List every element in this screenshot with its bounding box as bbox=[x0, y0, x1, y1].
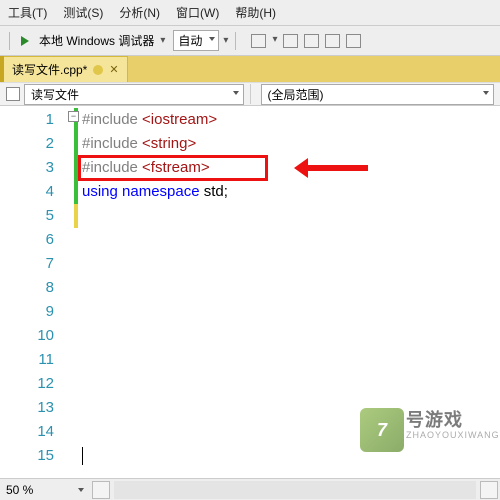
line-number: 12 bbox=[0, 372, 54, 396]
saved-change-bar bbox=[74, 108, 78, 204]
menu-analyze[interactable]: 分析(N) bbox=[119, 4, 160, 21]
line-number: 4 bbox=[0, 180, 54, 204]
line-number: 8 bbox=[0, 276, 54, 300]
scroll-track[interactable] bbox=[114, 481, 476, 499]
chevron-down-icon[interactable]: ▾ bbox=[272, 34, 277, 48]
line-number: 13 bbox=[0, 396, 54, 420]
play-icon[interactable] bbox=[17, 33, 33, 49]
line-number: 1 bbox=[0, 108, 54, 132]
chevron-down-icon[interactable]: ▾ bbox=[160, 35, 165, 46]
scroll-right-icon[interactable] bbox=[480, 481, 498, 499]
nav-bar: 读写文件 (全局范围) bbox=[0, 82, 500, 106]
code-line[interactable] bbox=[82, 204, 500, 228]
tab-strip: 读写文件.cpp* ✕ bbox=[0, 56, 500, 82]
separator bbox=[235, 32, 236, 50]
code-line[interactable] bbox=[82, 324, 500, 348]
chevron-down-icon[interactable]: ▾ bbox=[223, 35, 228, 46]
menu-bar: 工具(T) 测试(S) 分析(N) 窗口(W) 帮助(H) bbox=[0, 0, 500, 26]
code-line[interactable]: #include <string> bbox=[82, 132, 500, 156]
line-number: 14 bbox=[0, 420, 54, 444]
line-number: 11 bbox=[0, 348, 54, 372]
code-line[interactable]: #include <fstream> bbox=[82, 156, 500, 180]
scope-dropdown-left[interactable]: 读写文件 bbox=[24, 84, 244, 105]
line-number: 5 bbox=[0, 204, 54, 228]
code-area[interactable]: − #include <iostream> #include <string> … bbox=[82, 106, 500, 500]
code-line[interactable] bbox=[82, 444, 500, 468]
line-number: 9 bbox=[0, 300, 54, 324]
toolbar-icon[interactable] bbox=[251, 34, 266, 48]
line-number: 15 bbox=[0, 444, 54, 468]
code-editor[interactable]: 1 2 3 4 5 6 7 8 9 10 11 12 13 14 15 − #i… bbox=[0, 106, 500, 500]
zoom-combo[interactable]: 50 % bbox=[0, 478, 90, 500]
unsaved-change-bar bbox=[74, 204, 78, 228]
code-line[interactable] bbox=[82, 276, 500, 300]
toolbar-icon[interactable] bbox=[325, 34, 340, 48]
menu-help[interactable]: 帮助(H) bbox=[235, 4, 276, 21]
code-line[interactable] bbox=[82, 396, 500, 420]
close-icon[interactable]: ✕ bbox=[109, 63, 118, 76]
code-line[interactable] bbox=[82, 372, 500, 396]
code-line[interactable] bbox=[82, 300, 500, 324]
line-number: 2 bbox=[0, 132, 54, 156]
menu-test[interactable]: 测试(S) bbox=[63, 4, 103, 21]
line-number: 7 bbox=[0, 252, 54, 276]
menu-tools[interactable]: 工具(T) bbox=[8, 4, 47, 21]
pin-icon[interactable] bbox=[93, 65, 103, 75]
debugger-label[interactable]: 本地 Windows 调试器 bbox=[39, 32, 154, 49]
code-line[interactable]: #include <iostream> bbox=[82, 108, 500, 132]
menu-window[interactable]: 窗口(W) bbox=[176, 4, 219, 21]
line-number: 6 bbox=[0, 228, 54, 252]
line-number: 10 bbox=[0, 324, 54, 348]
code-line[interactable] bbox=[82, 420, 500, 444]
toolbar-icons: ▾ bbox=[251, 34, 361, 48]
toolbar: 本地 Windows 调试器 ▾ 自动 ▾ ▾ bbox=[0, 26, 500, 56]
toolbar-icon[interactable] bbox=[346, 34, 361, 48]
file-tab[interactable]: 读写文件.cpp* ✕ bbox=[4, 56, 128, 82]
text-cursor bbox=[82, 447, 83, 465]
nav-icon[interactable] bbox=[6, 87, 20, 101]
toolbar-icon[interactable] bbox=[283, 34, 298, 48]
tab-label: 读写文件.cpp* bbox=[12, 61, 87, 78]
code-line[interactable] bbox=[82, 348, 500, 372]
separator bbox=[9, 32, 10, 50]
line-gutter: 1 2 3 4 5 6 7 8 9 10 11 12 13 14 15 bbox=[0, 106, 64, 500]
config-combo[interactable]: 自动 bbox=[173, 30, 219, 51]
code-line[interactable]: using namespace std; bbox=[82, 180, 500, 204]
line-number: 3 bbox=[0, 156, 54, 180]
code-line[interactable] bbox=[82, 228, 500, 252]
scroll-left-icon[interactable] bbox=[92, 481, 110, 499]
horizontal-scrollbar[interactable] bbox=[90, 478, 500, 500]
scope-dropdown-right[interactable]: (全局范围) bbox=[261, 84, 495, 105]
code-line[interactable] bbox=[82, 252, 500, 276]
fold-toggle-icon[interactable]: − bbox=[68, 111, 79, 122]
toolbar-icon[interactable] bbox=[304, 34, 319, 48]
change-margin bbox=[64, 106, 82, 500]
arrow-annotation bbox=[294, 157, 374, 177]
